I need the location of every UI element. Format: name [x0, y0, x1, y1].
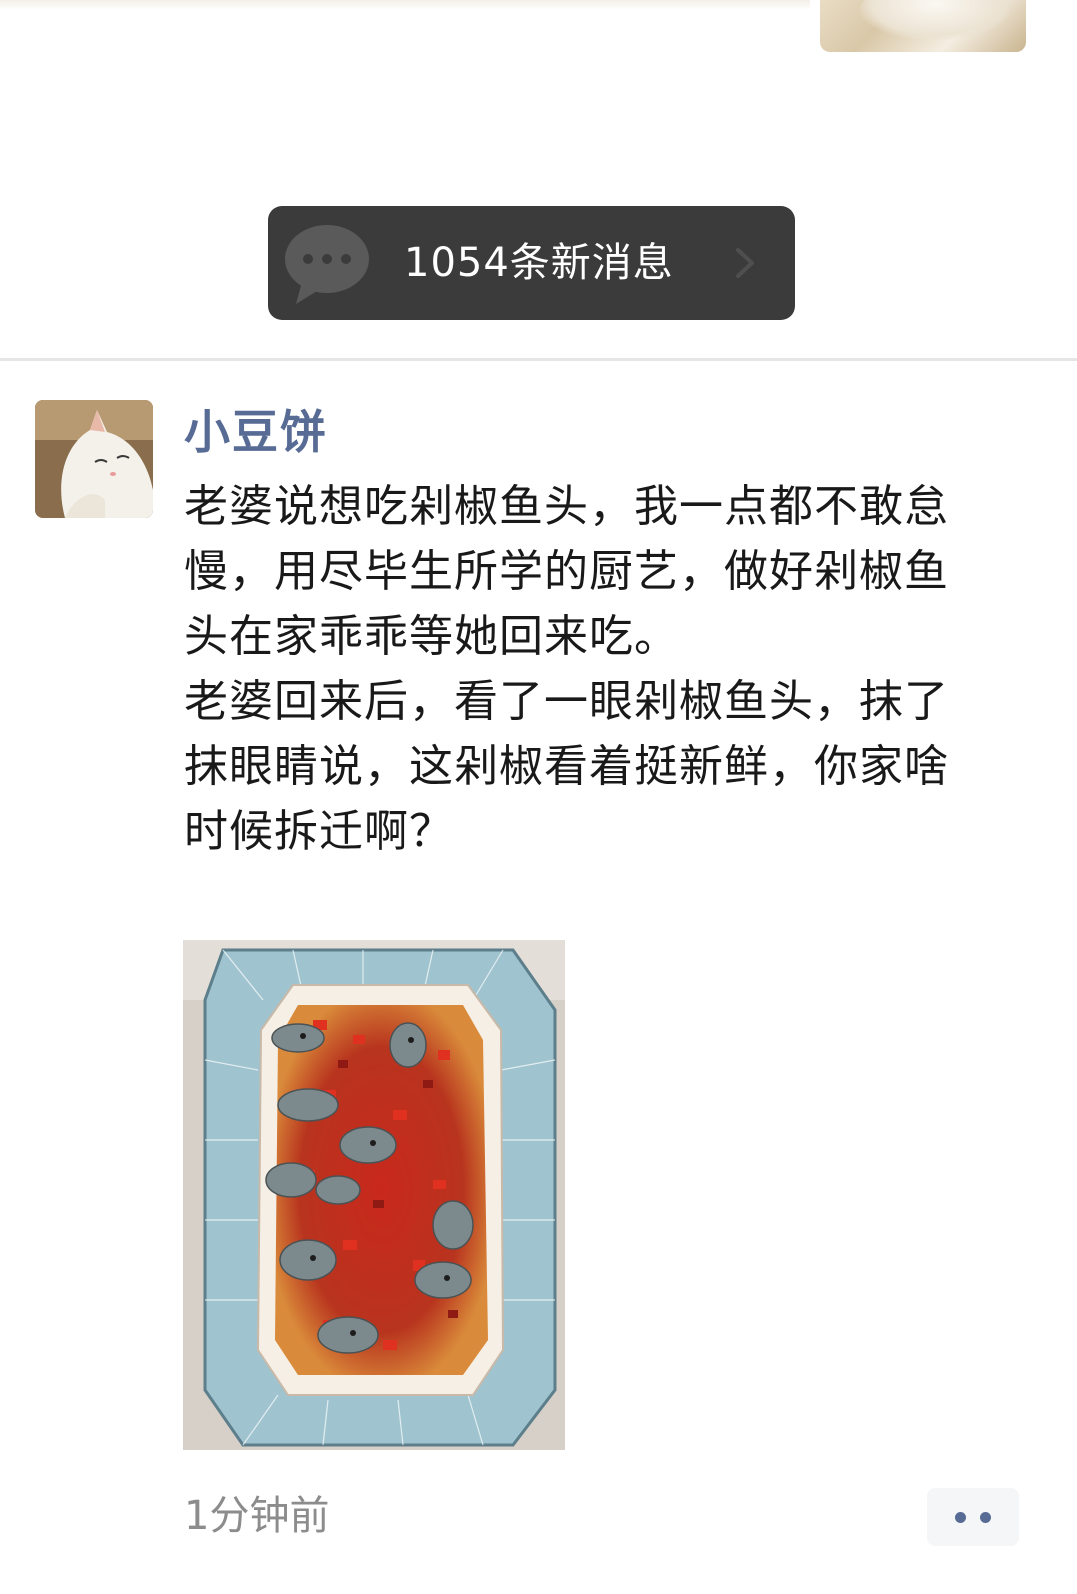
new-messages-label: 1054条新消息 — [404, 240, 674, 286]
post-author-name[interactable]: 小豆饼 — [184, 400, 328, 464]
post-paragraph: 老婆回来后，看了一眼剁椒鱼头，抹了抹眼睛说，这剁椒看着挺新鲜，你家啥时候拆迁啊？ — [184, 676, 949, 857]
avatar[interactable] — [35, 400, 153, 518]
cover-photo-edge — [0, 0, 810, 10]
post-time: 1分钟前 — [184, 1493, 330, 1539]
moments-feed: 1054条新消息 小豆饼 老婆说想吃剁椒鱼头，我一点都不敢怠慢，用尽毕生所学的厨… — [0, 0, 1077, 1594]
chevron-right-icon — [736, 248, 754, 278]
chat-bubble-icon — [285, 225, 369, 304]
fish-head-photo — [183, 940, 565, 1450]
more-actions-button[interactable] — [927, 1488, 1019, 1546]
post-paragraph: 老婆说想吃剁椒鱼头，我一点都不敢怠慢，用尽毕生所学的厨艺，做好剁椒鱼头在家乖乖等… — [184, 481, 949, 662]
my-avatar[interactable] — [820, 0, 1026, 52]
more-dots-icon — [955, 1512, 966, 1523]
divider — [0, 358, 1077, 361]
cat-avatar-image — [35, 400, 153, 518]
post-text: 老婆说想吃剁椒鱼头，我一点都不敢怠慢，用尽毕生所学的厨艺，做好剁椒鱼头在家乖乖等… — [184, 474, 974, 864]
new-messages-button[interactable]: 1054条新消息 — [268, 206, 795, 320]
post-photo[interactable] — [183, 940, 565, 1450]
